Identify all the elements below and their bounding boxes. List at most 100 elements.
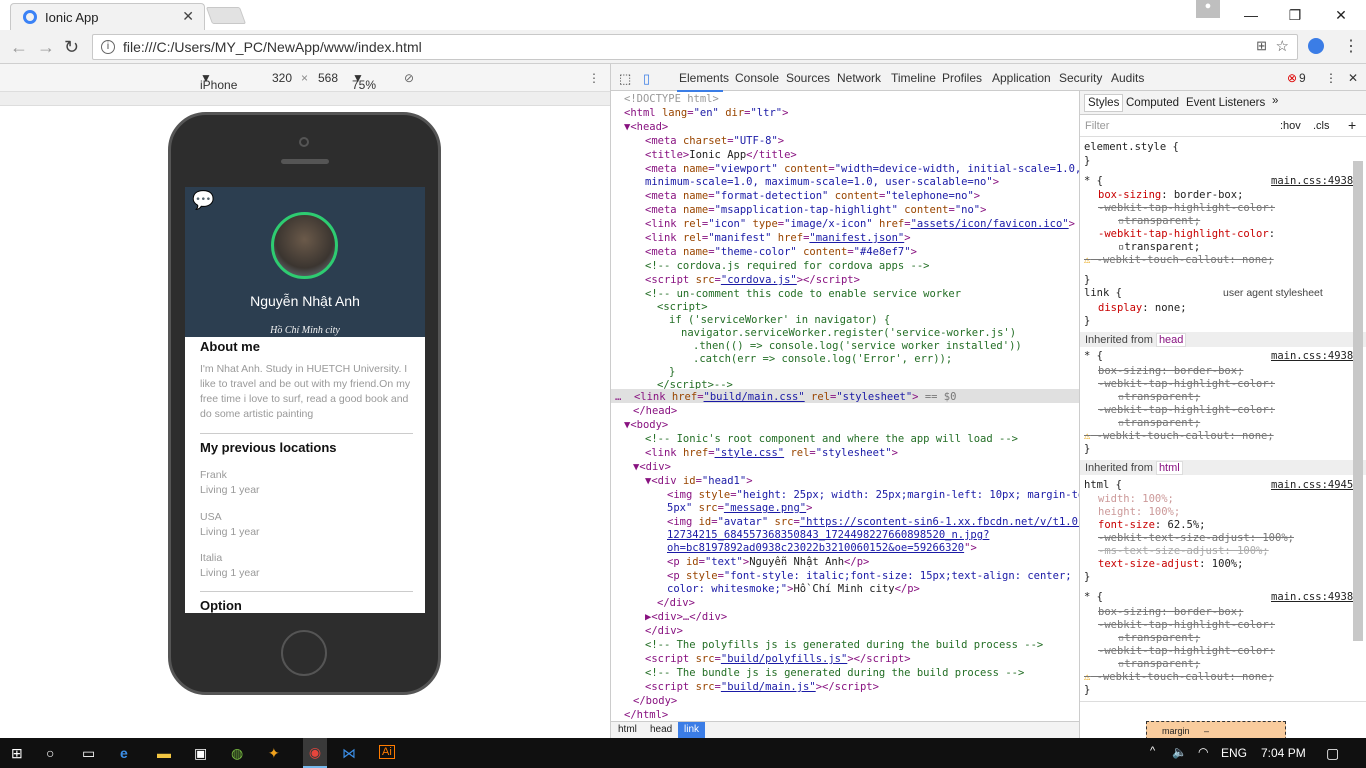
dimension-separator: × (301, 71, 309, 85)
menu-icon[interactable]: ⋮ (1343, 36, 1359, 56)
locations-title: My previous locations (200, 440, 337, 455)
store-icon[interactable]: ▣ (194, 745, 207, 762)
option-title: Option (200, 598, 242, 613)
browser-tab[interactable]: Ionic App ✕ (10, 3, 205, 30)
divider (200, 433, 413, 434)
device-width[interactable]: 320 (272, 71, 292, 85)
breadcrumb: html head link (611, 721, 1079, 738)
reload-icon[interactable]: ↻ (64, 37, 79, 58)
inspect-icon[interactable]: ⬚ (619, 71, 631, 87)
styles-filter-input[interactable]: Filter (1085, 120, 1109, 132)
device-menu-icon[interactable]: ⋮ (588, 71, 600, 85)
tab-security[interactable]: Security (1059, 71, 1102, 85)
restore-button[interactable]: ❐ (1272, 0, 1318, 30)
search-icon[interactable]: ○ (46, 745, 54, 761)
tab-strip: Ionic App ✕ ● — ❐ ✕ (0, 0, 1366, 30)
tab-timeline[interactable]: Timeline (891, 71, 936, 85)
devtools-panel: ⬚ ▯ Elements Console Sources Network Tim… (610, 64, 1366, 738)
inherited-html-link[interactable]: html (1155, 461, 1183, 475)
close-tab-icon[interactable]: ✕ (182, 8, 194, 25)
profile-content: About me I'm Nhat Anh. Study in HUETCH U… (185, 337, 425, 613)
media-query-ruler (0, 92, 610, 106)
new-tab-button[interactable] (205, 7, 247, 24)
device-height[interactable]: 568 (318, 71, 338, 85)
rotate-icon[interactable]: ⊘ (404, 71, 414, 85)
tab-title: Ionic App (45, 9, 99, 25)
show-hidden-icons[interactable]: ^ (1150, 745, 1155, 757)
user-profile-icon[interactable]: ● (1196, 0, 1220, 18)
windows-taskbar: ⊞ ○ ▭ e ▬ ▣ ◍ ✦ ◉ ⋈ Ai ^ 🔈 ◠ ENG 7:04 PM… (0, 738, 1366, 768)
app-icon-2[interactable]: ✦ (268, 745, 280, 762)
error-count: 9 (1299, 71, 1306, 85)
language-indicator[interactable]: ENG (1221, 746, 1247, 760)
tab-computed[interactable]: Computed (1126, 97, 1179, 109)
more-tabs-icon[interactable]: » (1272, 95, 1278, 107)
forward-icon[interactable]: → (37, 37, 55, 58)
about-title: About me (200, 339, 260, 354)
home-button[interactable] (281, 630, 327, 676)
chrome-icon[interactable]: ◉ (303, 738, 327, 768)
volume-icon[interactable]: 🔈 (1172, 745, 1187, 759)
camera-icon (299, 137, 309, 147)
device-select[interactable]: iPhone 5 ▼ (200, 71, 237, 106)
task-view-icon[interactable]: ▭ (82, 745, 95, 762)
speaker-grille (281, 159, 329, 164)
devtools-menu-icon[interactable]: ⋮ (1325, 71, 1337, 85)
crumb-link[interactable]: link (678, 722, 706, 738)
wifi-icon[interactable]: ◠ (1198, 745, 1208, 759)
vscode-icon[interactable]: ⋈ (342, 745, 356, 762)
minimize-button[interactable]: — (1228, 0, 1274, 30)
message-icon[interactable]: 💬 (192, 190, 214, 211)
about-text: I'm Nhat Anh. Study in HUETCH University… (200, 363, 411, 420)
translate-icon[interactable]: ⊞ (1256, 38, 1267, 54)
profile-city: Hồ Chí Minh city (270, 325, 340, 336)
tab-console[interactable]: Console (735, 71, 779, 85)
bookmark-star-icon[interactable]: ☆ (1276, 37, 1289, 55)
tab-sources[interactable]: Sources (786, 71, 830, 85)
clock[interactable]: 7:04 PM (1261, 746, 1306, 760)
profile-name: Nguyễn Nhật Anh (250, 293, 360, 309)
notification-icon[interactable]: ▢ (1326, 745, 1339, 762)
hov-toggle[interactable]: :hov (1280, 120, 1301, 132)
styles-sidebar: Styles Computed Event Listeners » Filter… (1079, 91, 1366, 738)
cls-toggle[interactable]: .cls (1313, 120, 1330, 132)
close-devtools-icon[interactable]: ✕ (1348, 71, 1358, 85)
app-icon[interactable]: ◍ (231, 745, 243, 762)
address-bar[interactable]: i file:///C:/Users/MY_PC/NewApp/www/inde… (92, 34, 1298, 60)
back-icon[interactable]: ← (10, 37, 28, 58)
address-toolbar: ← → ↻ i file:///C:/Users/MY_PC/NewApp/ww… (0, 30, 1366, 64)
divider (200, 591, 413, 592)
error-icon[interactable]: ⊗ (1287, 71, 1297, 85)
tab-elements[interactable]: Elements (679, 71, 729, 85)
tab-event-listeners[interactable]: Event Listeners (1186, 97, 1265, 109)
tab-styles[interactable]: Styles (1084, 94, 1124, 112)
tab-profiles[interactable]: Profiles (942, 71, 982, 85)
device-toggle-icon[interactable]: ▯ (643, 71, 650, 87)
location-item: USA Living 1 year (200, 511, 260, 538)
box-model-diagram: margin – (1146, 721, 1286, 738)
crumb-html[interactable]: html (618, 724, 637, 735)
inherited-head-link[interactable]: head (1155, 333, 1187, 347)
file-explorer-icon[interactable]: ▬ (157, 745, 171, 761)
windows-start-icon[interactable]: ⊞ (11, 745, 23, 762)
zoom-select[interactable]: 75% ▼ (352, 71, 376, 92)
elements-tree[interactable]: <!DOCTYPE html> <html lang="en" dir="ltr… (611, 91, 1079, 721)
edge-icon[interactable]: e (120, 745, 128, 761)
profile-header: 💬 Nguyễn Nhật Anh Hồ Chí Minh city (185, 187, 425, 337)
tab-application[interactable]: Application (992, 71, 1051, 85)
crumb-head[interactable]: head (650, 724, 672, 735)
styles-scrollbar[interactable] (1353, 161, 1363, 641)
favicon-icon (23, 10, 37, 24)
devtools-tabbar: ⬚ ▯ Elements Console Sources Network Tim… (611, 64, 1366, 91)
close-window-button[interactable]: ✕ (1318, 0, 1364, 30)
tab-audits[interactable]: Audits (1111, 71, 1144, 85)
illustrator-icon[interactable]: Ai (379, 745, 395, 759)
add-rule-icon[interactable]: + (1348, 117, 1356, 133)
tab-network[interactable]: Network (837, 71, 881, 85)
extension-icon[interactable] (1308, 38, 1324, 54)
phone-screen: 💬 Nguyễn Nhật Anh Hồ Chí Minh city About… (185, 187, 425, 613)
info-icon[interactable]: i (101, 40, 115, 54)
location-item: Frank Living 1 year (200, 469, 260, 496)
location-item: Italia Living 1 year (200, 552, 260, 579)
url-text: file:///C:/Users/MY_PC/NewApp/www/index.… (123, 39, 422, 55)
